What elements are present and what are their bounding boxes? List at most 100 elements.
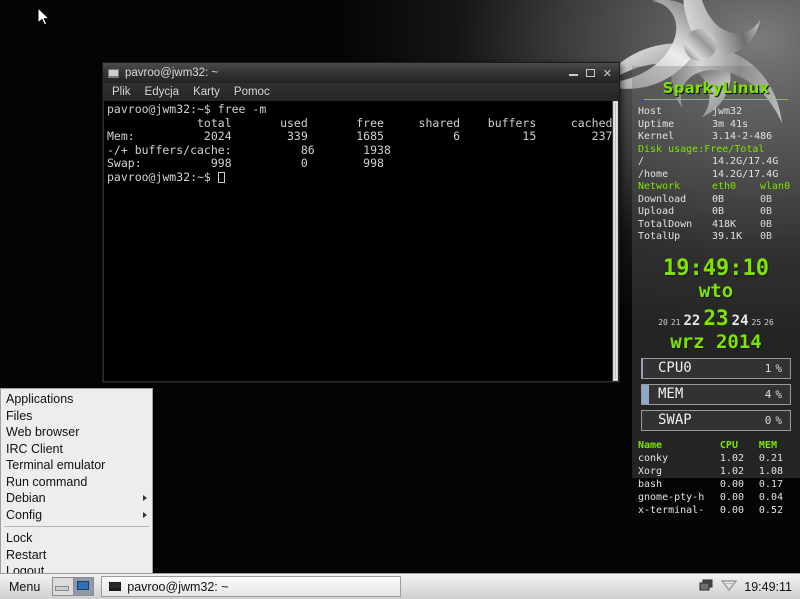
process-table-header: Name CPU MEM (638, 439, 794, 452)
menu-item-label: IRC Client (6, 442, 63, 456)
conky-month-year: wrz 2014 (638, 331, 794, 353)
calendar-day: 22 (683, 313, 700, 329)
terminal-body[interactable]: pavroo@jwm32:~$ free -m total used free … (104, 101, 618, 381)
terminal-output[interactable]: pavroo@jwm32:~$ free -m total used free … (104, 101, 612, 381)
menu-item-debian[interactable]: Debian (1, 490, 152, 507)
conky-process-table: Name CPU MEM conky 1.02 0.21 Xorg 1.02 1… (638, 439, 794, 517)
terminal-cursor (218, 172, 225, 183)
mem-meter-value: 4 (765, 388, 776, 401)
conky-totaldown-wlan0: 0B (760, 219, 772, 232)
close-icon[interactable]: ✕ (603, 68, 612, 79)
conky-network-label: Network (638, 181, 712, 194)
process-row: Xorg 1.02 1.08 (638, 465, 794, 478)
conky-download-label: Download (638, 194, 712, 207)
menu-item-terminal-emulator[interactable]: Terminal emulator (1, 457, 152, 474)
terminal-menubar[interactable]: Plik Edycja Karty Pomoc (103, 83, 619, 101)
menu-item-label: Web browser (6, 425, 79, 439)
taskbar-window-button[interactable]: pavroo@jwm32: ~ (101, 576, 401, 597)
conky-totaldown-eth0: 418K (712, 219, 760, 232)
menu-item-label: Lock (6, 531, 32, 545)
conky-upload-label: Upload (638, 206, 712, 219)
taskbar-window-label: pavroo@jwm32: ~ (127, 580, 228, 594)
terminal-scrollbar-thumb[interactable] (614, 102, 617, 380)
menu-pomoc[interactable]: Pomoc (234, 86, 270, 98)
menu-item-label: Terminal emulator (6, 458, 105, 472)
conky-totalup-eth0: 39.1K (712, 231, 760, 244)
terminal-title: pavroo@jwm32: ~ (125, 67, 569, 79)
pager-desktop-2[interactable] (73, 578, 94, 595)
conky-totalup-label: TotalUp (638, 231, 712, 244)
taskbar-menu-button[interactable]: Menu (0, 574, 49, 599)
mem-meter: MEM 4 % (641, 384, 791, 405)
conky-totaldown-label: TotalDown (638, 219, 712, 232)
menu-edycja[interactable]: Edycja (145, 86, 180, 98)
terminal-icon (109, 582, 121, 591)
minimize-icon[interactable] (569, 70, 578, 76)
menu-item-files[interactable]: Files (1, 408, 152, 425)
process-mem: 0.52 (759, 504, 794, 517)
start-menu-popup[interactable]: Applications Files Web browser IRC Clien… (0, 388, 153, 573)
menu-item-config[interactable]: Config (1, 507, 152, 524)
conky-upload-eth0: 0B (712, 206, 760, 219)
conky-calendar: 20 21 22 23 24 25 26 (638, 306, 794, 330)
process-mem: 0.04 (759, 491, 794, 504)
menu-item-label: Debian (6, 491, 46, 505)
conky-network-if2: wlan0 (760, 181, 790, 194)
menu-plik[interactable]: Plik (112, 86, 131, 98)
menu-item-web-browser[interactable]: Web browser (1, 424, 152, 441)
terminal-icon (108, 69, 119, 78)
menu-item-irc-client[interactable]: IRC Client (1, 441, 152, 458)
mem-meter-unit: % (775, 388, 790, 401)
chevron-right-icon (143, 512, 147, 518)
terminal-titlebar[interactable]: pavroo@jwm32: ~ ✕ (103, 63, 619, 83)
desktop[interactable]: SparkyLinux Hostjwm32 Uptime3m 41s Kerne… (0, 0, 800, 573)
mouse-cursor (37, 7, 51, 27)
pager-desktop-1[interactable] (53, 578, 73, 595)
swap-meter-value: 0 (765, 414, 776, 427)
menu-item-logout[interactable]: Logout (1, 563, 152, 573)
cpu-meter-value: 1 (765, 362, 776, 375)
menu-item-label: Logout (6, 564, 44, 573)
taskbar-clock[interactable]: 19:49:11 (744, 580, 800, 594)
menu-item-label: Restart (6, 548, 46, 562)
menu-item-lock[interactable]: Lock (1, 530, 152, 547)
process-mem: 1.08 (759, 465, 794, 478)
process-cpu: 0.00 (720, 504, 759, 517)
process-col-mem: MEM (759, 439, 794, 452)
conky-kernel-label: Kernel (638, 131, 712, 144)
network-icon[interactable] (721, 579, 737, 595)
menu-karty[interactable]: Karty (193, 86, 220, 98)
terminal-output-text: pavroo@jwm32:~$ free -m total used free … (107, 102, 612, 184)
conky-host-value: jwm32 (712, 106, 742, 119)
terminal-window[interactable]: pavroo@jwm32: ~ ✕ Plik Edycja Karty Pomo… (102, 62, 620, 383)
conky-network-row: TotalUp39.1K0B (638, 231, 794, 244)
conky-download-eth0: 0B (712, 194, 760, 207)
conky-disk-home-value: 14.2G/17.4G (712, 169, 778, 182)
pager-window-mini (55, 586, 69, 591)
conky-disk-row: /14.2G/17.4G (638, 156, 794, 169)
swap-meter-label: SWAP (642, 412, 765, 428)
desktop-pager[interactable] (52, 577, 94, 596)
process-cpu: 0.00 (720, 478, 759, 491)
process-mem: 0.17 (759, 478, 794, 491)
conky-disk-home-label: /home (638, 169, 712, 182)
conky-day-name: wto (638, 281, 794, 302)
process-mem: 0.21 (759, 452, 794, 465)
conky-panel: SparkyLinux Hostjwm32 Uptime3m 41s Kerne… (632, 66, 800, 478)
maximize-icon[interactable] (586, 69, 595, 77)
menu-item-run-command[interactable]: Run command (1, 474, 152, 491)
terminal-scrollbar[interactable] (612, 101, 618, 381)
menu-item-applications[interactable]: Applications (1, 391, 152, 408)
calendar-day: 21 (671, 318, 681, 327)
cpu-meter-unit: % (775, 362, 790, 375)
conky-network-header: Networketh0wlan0 (638, 181, 794, 194)
menu-item-label: Applications (6, 392, 73, 406)
system-tray[interactable] (699, 579, 744, 595)
process-col-name: Name (638, 439, 720, 452)
windows-icon[interactable] (699, 579, 713, 595)
taskbar[interactable]: Menu pavroo@jwm32: ~ 19:49:11 (0, 573, 800, 599)
chevron-right-icon (143, 495, 147, 501)
conky-clock: 19:49:10 (638, 257, 794, 281)
pager-window-mini (77, 581, 89, 590)
menu-item-restart[interactable]: Restart (1, 547, 152, 564)
